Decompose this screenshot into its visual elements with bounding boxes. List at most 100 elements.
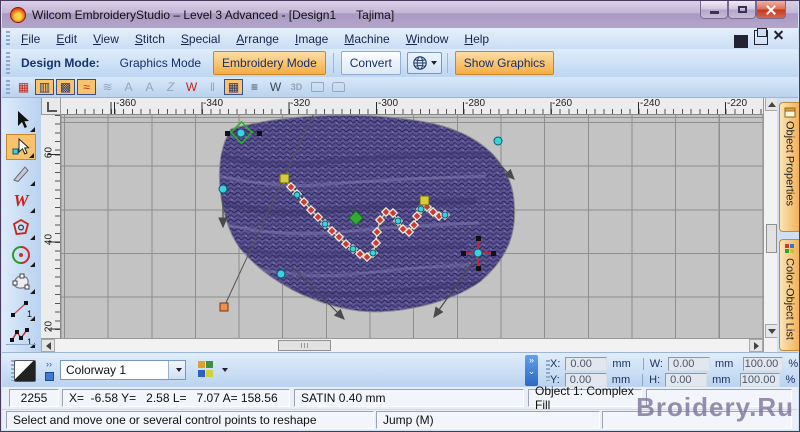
stitch-count-cell: 2255 [9,389,59,407]
exit-point-handle[interactable] [419,195,430,206]
hruler-label: -240 [640,98,661,109]
menu-stitch[interactable]: Stitch [127,30,173,48]
watermark: Broidery.Ru [636,392,794,422]
open-line-tool[interactable]: 1 [6,296,36,322]
zigzag-stitch-icon[interactable]: Z [161,79,180,95]
lettering-a2-icon[interactable]: A [140,79,159,95]
tab-color-object-list[interactable]: Color-Object List [779,239,799,351]
mdi-close-button[interactable] [773,30,788,44]
w-label: W: [649,357,663,370]
scale-w-field[interactable]: 100.00 [743,356,784,371]
collapsed-toolbar-chevron[interactable]: » ⌄ [525,355,538,386]
scroll-left-button[interactable] [41,339,55,352]
h-unit: mm [712,373,731,386]
close-icon [766,4,776,15]
fancy-fill-icon[interactable]: ≈ [77,79,96,95]
pattern-fill-icon[interactable]: ▩ [56,79,75,95]
menu-image[interactable]: Image [287,30,336,48]
entry-point-handle[interactable] [279,173,290,184]
trapunto-glyph [311,82,324,92]
menu-view[interactable]: View [85,30,127,48]
arrow-up-icon [767,101,776,107]
palette-editor-icon[interactable] [198,361,214,377]
stem-stitch-icon[interactable]: W [182,79,201,95]
horizontal-scrollbar[interactable] [41,338,763,352]
contour-fill-icon[interactable]: ▦ [14,79,33,95]
color-object-list-icon [784,244,794,253]
bottom-toolbar: ›› Colorway 1 » ⌄ X: 0.00 mm W: 0.00 mm 1… [2,352,798,388]
app-flame-icon [10,6,26,23]
menu-arrange[interactable]: Arrange [228,30,287,48]
colorway-combobox[interactable]: Colorway 1 [60,360,186,380]
knife-tool[interactable] [6,161,36,187]
maximize-button[interactable] [728,1,756,19]
toolbar-overflow-button[interactable]: ›› [44,359,54,383]
x-unit: mm [612,357,631,370]
menu-file[interactable]: File [13,30,48,48]
circle-tool[interactable] [6,242,36,268]
hatch-fill-icon[interactable]: W [266,79,285,95]
tab-object-properties[interactable]: Object Properties [779,102,799,232]
menubar-grip[interactable] [6,31,10,46]
palette-dropdown-arrow[interactable] [222,368,228,372]
colorway-dropdown-button[interactable] [168,361,185,379]
vertical-scroll-thumb[interactable] [766,224,777,253]
scroll-right-button[interactable] [749,339,763,352]
design-canvas[interactable] [61,115,763,338]
horizontal-scroll-thumb[interactable] [278,340,331,351]
stitchbar-grip[interactable] [6,80,10,94]
scale-h-field[interactable]: 100.00 [740,372,781,387]
lettering-a-icon[interactable]: A [119,79,138,95]
w-field[interactable]: 0.00 [667,356,710,371]
hruler-label: -340 [203,98,224,109]
globe-dropdown-arrow [430,61,437,65]
closed-shape-tool[interactable] [6,215,36,241]
tatami-fill-icon[interactable]: ▥ [35,79,54,95]
menu-machine[interactable]: Machine [336,30,397,48]
minimize-icon [709,11,719,14]
motif-fill-icon[interactable]: ▦ [224,79,243,95]
embroidery-mode-button[interactable]: Embroidery Mode [213,51,326,75]
effect-3d-icon[interactable]: 3D [287,79,306,95]
circle-icon [12,246,30,264]
graphics-mode-button[interactable]: Graphics Mode [112,52,209,74]
modebar-grip[interactable] [6,52,10,74]
reshape-tool[interactable] [6,134,36,160]
angle-end-handle[interactable] [219,302,229,312]
h-field[interactable]: 0.00 [665,372,708,387]
mdi-restore-button[interactable] [754,28,768,45]
parallel-stitch-icon[interactable]: ‖ [203,79,222,95]
complex-fill-tool[interactable] [6,269,36,295]
basket-icon[interactable] [329,79,348,95]
overflow-icon [44,372,54,381]
toolbox-separator [6,344,36,345]
vertical-scrollbar[interactable] [763,97,778,352]
convert-button[interactable]: Convert [340,51,401,75]
vruler-label: 60 [43,146,55,159]
arrow-left-icon [45,341,51,350]
vruler-label: 40 [43,233,55,246]
hoop-globe-button[interactable] [406,52,442,74]
menu-special[interactable]: Special [173,30,228,48]
menu-window[interactable]: Window [398,30,457,48]
select-tool[interactable] [6,107,36,133]
mdi-minimize-icon [734,34,748,48]
run-stitch-icon[interactable]: ≋ [98,79,117,95]
zigzag-line-tool[interactable]: 1 [6,323,36,349]
mdi-minimize-button[interactable] [734,31,748,48]
show-graphics-button[interactable]: Show Graphics [454,51,555,75]
bitmap-toggle-icon[interactable] [14,360,36,382]
minimize-button[interactable] [700,1,728,19]
design-mode-label: Design Mode: [21,56,100,70]
program-split-icon[interactable]: ≡ [245,79,264,95]
menu-edit[interactable]: Edit [48,30,85,48]
close-button[interactable] [756,1,786,19]
menu-help[interactable]: Help [456,30,497,48]
trapunto-icon[interactable] [308,79,327,95]
x-field[interactable]: 0.00 [565,356,608,371]
hruler-label: -260 [552,98,573,109]
vruler-label: 20 [43,320,55,333]
design-mode-toolbar: Design Mode: Graphics Mode Embroidery Mo… [2,49,798,78]
lettering-tool[interactable]: W [6,188,36,214]
ruler-corner-button[interactable] [41,97,61,115]
